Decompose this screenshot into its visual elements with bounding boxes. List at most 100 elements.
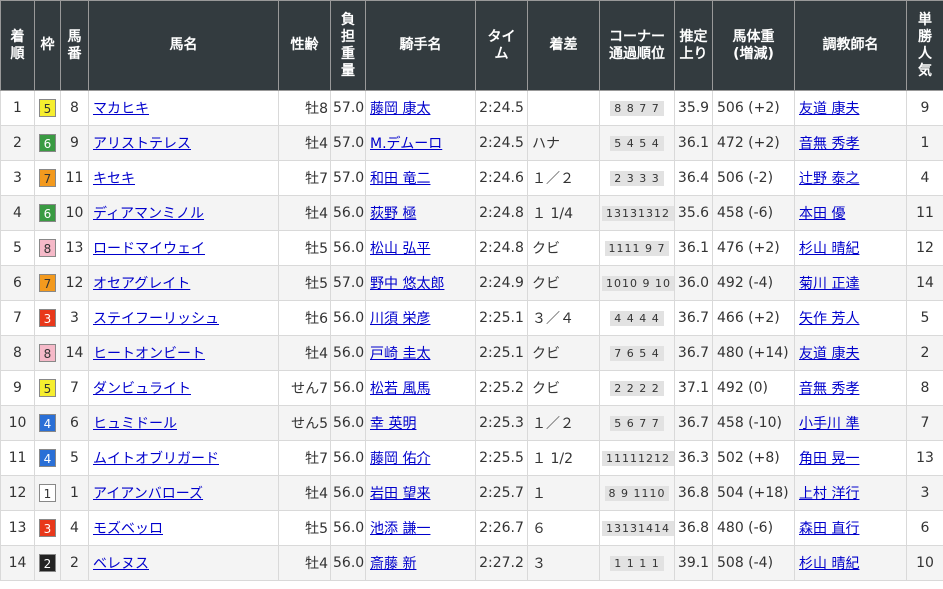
horse-name-link[interactable]: マカヒキ bbox=[93, 101, 149, 117]
margin-cell: ６ bbox=[527, 510, 600, 546]
popularity-cell: 12 bbox=[906, 230, 943, 266]
horse-name-link[interactable]: ロードマイウェイ bbox=[93, 241, 205, 257]
body-weight-cell: 472 (+2) bbox=[712, 125, 795, 161]
jockey-cell: 池添 謙一 bbox=[365, 510, 476, 546]
jockey-name-link[interactable]: 川須 栄彦 bbox=[370, 311, 430, 327]
waku-cell: 8 bbox=[34, 230, 61, 266]
horse-name-link[interactable]: ダンビュライト bbox=[93, 381, 191, 397]
body-weight-cell: 508 (-4) bbox=[712, 545, 795, 581]
rank-cell: 5 bbox=[0, 230, 35, 266]
horse-name-link[interactable]: ディアマンミノル bbox=[93, 206, 204, 222]
sexage-cell: 牡6 bbox=[278, 300, 331, 336]
trainer-name-link[interactable]: 杉山 晴紀 bbox=[799, 241, 859, 257]
passing-cell: 13131312 bbox=[599, 195, 675, 231]
popularity-cell: 13 bbox=[906, 440, 943, 476]
header-passing: コーナー通過順位 bbox=[599, 0, 675, 91]
jockey-name-link[interactable]: 和田 竜二 bbox=[370, 171, 430, 187]
trainer-name-link[interactable]: 友道 康夫 bbox=[799, 101, 859, 117]
table-row: 6 7 12 オセアグレイト 牡5 57.0 野中 悠太郎 2:24.9 クビ 1010 9 10… bbox=[0, 265, 943, 301]
sexage-cell: 牡4 bbox=[278, 195, 331, 231]
jockey-name-link[interactable]: 岩田 望来 bbox=[370, 486, 430, 502]
horse-name-link[interactable]: キセキ bbox=[93, 171, 135, 187]
body-weight-cell: 458 (-6) bbox=[712, 195, 795, 231]
trainer-name-link[interactable]: 矢作 芳人 bbox=[799, 311, 859, 327]
umaban-cell: 14 bbox=[60, 335, 89, 371]
margin-cell: クビ bbox=[527, 370, 600, 406]
weight-cell: 56.0 bbox=[330, 195, 366, 231]
trainer-name-link[interactable]: 角田 晃一 bbox=[799, 451, 859, 467]
horse-name-link[interactable]: モズベッロ bbox=[93, 521, 163, 537]
passing-cell: 2 2 2 2 bbox=[599, 370, 675, 406]
passing-order: 8 8 7 7 bbox=[610, 101, 664, 116]
waku-cell: 5 bbox=[34, 90, 61, 126]
waku-badge: 2 bbox=[39, 554, 56, 572]
waku-cell: 3 bbox=[34, 510, 61, 546]
jockey-name-link[interactable]: 松山 弘平 bbox=[370, 241, 430, 257]
jockey-name-link[interactable]: 松若 風馬 bbox=[370, 381, 430, 397]
race-results-table: 着順 枠 馬番 馬名 性齢 負担重量 騎手名 タイム 着差 コーナー通過順位 推… bbox=[0, 0, 943, 581]
trainer-name-link[interactable]: 小手川 準 bbox=[799, 416, 859, 432]
horse-name-link[interactable]: ステイフーリッシュ bbox=[93, 311, 219, 327]
body-weight-cell: 504 (+18) bbox=[712, 475, 795, 511]
trainer-name-link[interactable]: 杉山 晴紀 bbox=[799, 556, 859, 572]
horse-name-link[interactable]: ヒートオンビート bbox=[93, 346, 205, 362]
umaban-cell: 10 bbox=[60, 195, 89, 231]
trainer-name-link[interactable]: 菊川 正達 bbox=[799, 276, 859, 292]
horse-name-link[interactable]: ベレヌス bbox=[93, 556, 149, 572]
jockey-name-link[interactable]: 池添 謙一 bbox=[370, 521, 430, 537]
rank-cell: 3 bbox=[0, 160, 35, 196]
horse-name-link[interactable]: アリストテレス bbox=[93, 136, 191, 152]
trainer-cell: 角田 晃一 bbox=[794, 440, 907, 476]
trainer-name-link[interactable]: 辻野 泰之 bbox=[799, 171, 859, 187]
jockey-name-link[interactable]: 藤岡 康太 bbox=[370, 101, 430, 117]
passing-cell: 1010 9 10 bbox=[599, 265, 675, 301]
trainer-name-link[interactable]: 上村 洋行 bbox=[799, 486, 859, 502]
horse-name-link[interactable]: アイアンバローズ bbox=[93, 486, 203, 502]
jockey-cell: 川須 栄彦 bbox=[365, 300, 476, 336]
body-weight-cell: 476 (+2) bbox=[712, 230, 795, 266]
jockey-name-link[interactable]: 藤岡 佑介 bbox=[370, 451, 430, 467]
jockey-name-link[interactable]: 野中 悠太郎 bbox=[370, 276, 444, 292]
horse-cell: モズベッロ bbox=[88, 510, 279, 546]
time-cell: 2:24.8 bbox=[475, 195, 528, 231]
weight-cell: 56.0 bbox=[330, 440, 366, 476]
horse-name-link[interactable]: ムイトオブリガード bbox=[93, 451, 219, 467]
trainer-name-link[interactable]: 友道 康夫 bbox=[799, 346, 859, 362]
passing-cell: 1111 9 7 bbox=[599, 230, 675, 266]
time-cell: 2:25.5 bbox=[475, 440, 528, 476]
trainer-name-link[interactable]: 本田 優 bbox=[799, 206, 845, 222]
trainer-name-link[interactable]: 森田 直行 bbox=[799, 521, 859, 537]
last3f-cell: 36.4 bbox=[674, 160, 713, 196]
waku-cell: 7 bbox=[34, 265, 61, 301]
jockey-name-link[interactable]: M.デムーロ bbox=[370, 136, 442, 152]
table-row: 14 2 2 ベレヌス 牡4 56.0 斎藤 新 2:27.2 ３ 1 1 1 1 39.1 508 … bbox=[0, 545, 943, 581]
trainer-name-link[interactable]: 音無 秀孝 bbox=[799, 136, 859, 152]
time-cell: 2:24.9 bbox=[475, 265, 528, 301]
trainer-cell: 友道 康夫 bbox=[794, 335, 907, 371]
horse-cell: オセアグレイト bbox=[88, 265, 279, 301]
jockey-name-link[interactable]: 幸 英明 bbox=[370, 416, 416, 432]
last3f-cell: 37.1 bbox=[674, 370, 713, 406]
waku-badge: 5 bbox=[39, 99, 56, 117]
jockey-cell: 戸崎 圭太 bbox=[365, 335, 476, 371]
popularity-cell: 7 bbox=[906, 405, 943, 441]
horse-name-link[interactable]: ヒュミドール bbox=[93, 416, 177, 432]
horse-name-link[interactable]: オセアグレイト bbox=[93, 276, 190, 292]
passing-order: 2 3 3 3 bbox=[610, 171, 664, 186]
header-last3f: 推定上り bbox=[674, 0, 713, 91]
table-row: 7 3 3 ステイフーリッシュ 牡6 56.0 川須 栄彦 2:25.1 ３／４ 4 4 4 43… bbox=[0, 300, 943, 336]
umaban-cell: 3 bbox=[60, 300, 89, 336]
trainer-name-link[interactable]: 音無 秀孝 bbox=[799, 381, 859, 397]
sexage-cell: 牡4 bbox=[278, 125, 331, 161]
last3f-cell: 36.0 bbox=[674, 265, 713, 301]
popularity-cell: 10 bbox=[906, 545, 943, 581]
last3f-cell: 36.7 bbox=[674, 405, 713, 441]
jockey-name-link[interactable]: 荻野 極 bbox=[370, 206, 416, 222]
sexage-cell: せん5 bbox=[278, 405, 331, 441]
trainer-cell: 森田 直行 bbox=[794, 510, 907, 546]
header-sexage: 性齢 bbox=[278, 0, 331, 91]
waku-badge: 3 bbox=[39, 309, 56, 327]
last3f-cell: 36.1 bbox=[674, 125, 713, 161]
jockey-name-link[interactable]: 斎藤 新 bbox=[370, 556, 416, 572]
jockey-name-link[interactable]: 戸崎 圭太 bbox=[370, 346, 430, 362]
